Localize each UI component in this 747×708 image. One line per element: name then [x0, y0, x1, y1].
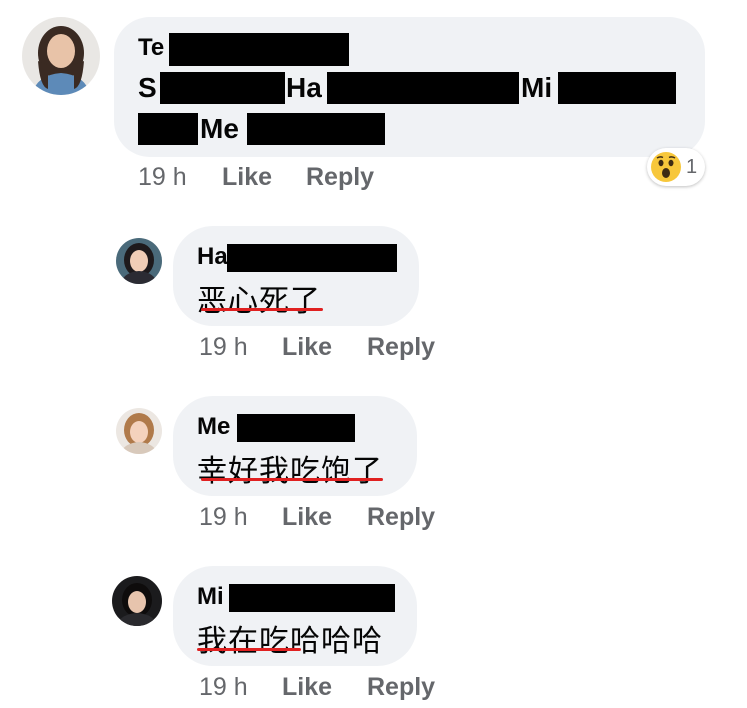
like-button[interactable]: Like — [282, 673, 332, 702]
annotation-underline — [201, 308, 323, 311]
mention-text[interactable]: Me — [200, 113, 239, 145]
reply-button[interactable]: Reply — [306, 163, 374, 192]
commenter-name[interactable]: Mi — [197, 583, 224, 611]
redaction-bar — [227, 244, 397, 272]
redaction-bar — [247, 113, 385, 145]
reply-button[interactable]: Reply — [367, 673, 435, 702]
like-button[interactable]: Like — [282, 503, 332, 532]
comment-timestamp[interactable]: 19 h — [138, 163, 187, 192]
commenter-name[interactable]: Te — [138, 34, 164, 62]
comment-timestamp[interactable]: 19 h — [199, 673, 248, 702]
like-button[interactable]: Like — [222, 163, 272, 192]
comment-timestamp[interactable]: 19 h — [199, 503, 248, 532]
commenter-name[interactable]: Me — [197, 413, 230, 441]
avatar-commenter-4[interactable] — [112, 576, 162, 626]
redaction-bar — [558, 72, 676, 104]
reaction-badge[interactable]: 1 — [647, 148, 705, 186]
annotation-underline — [197, 648, 301, 651]
avatar-commenter-3[interactable] — [116, 408, 162, 454]
comment-text: 我在吃哈哈哈 — [197, 624, 383, 659]
redaction-bar — [138, 113, 198, 145]
wow-emoji-icon — [651, 152, 681, 182]
reply-button[interactable]: Reply — [367, 503, 435, 532]
comment-text: S — [138, 72, 157, 103]
annotation-underline — [201, 478, 383, 481]
redaction-bar — [237, 414, 355, 442]
comment-timestamp[interactable]: 19 h — [199, 333, 248, 362]
redaction-bar — [229, 584, 395, 612]
reply-button[interactable]: Reply — [367, 333, 435, 362]
redaction-bar — [160, 72, 285, 104]
avatar-commenter-1[interactable] — [22, 17, 100, 95]
like-button[interactable]: Like — [282, 333, 332, 362]
comment-text: 恶心死了 — [197, 284, 321, 319]
avatar-commenter-2[interactable] — [116, 238, 162, 284]
redaction-bar — [169, 33, 349, 66]
comment-text: 幸好我吃饱了 — [197, 454, 383, 489]
commenter-name[interactable]: Ha — [197, 243, 228, 271]
mention-text[interactable]: Ha — [286, 72, 322, 104]
reaction-count: 1 — [686, 155, 698, 178]
mention-text[interactable]: Mi — [521, 72, 552, 104]
redaction-bar — [327, 72, 519, 104]
